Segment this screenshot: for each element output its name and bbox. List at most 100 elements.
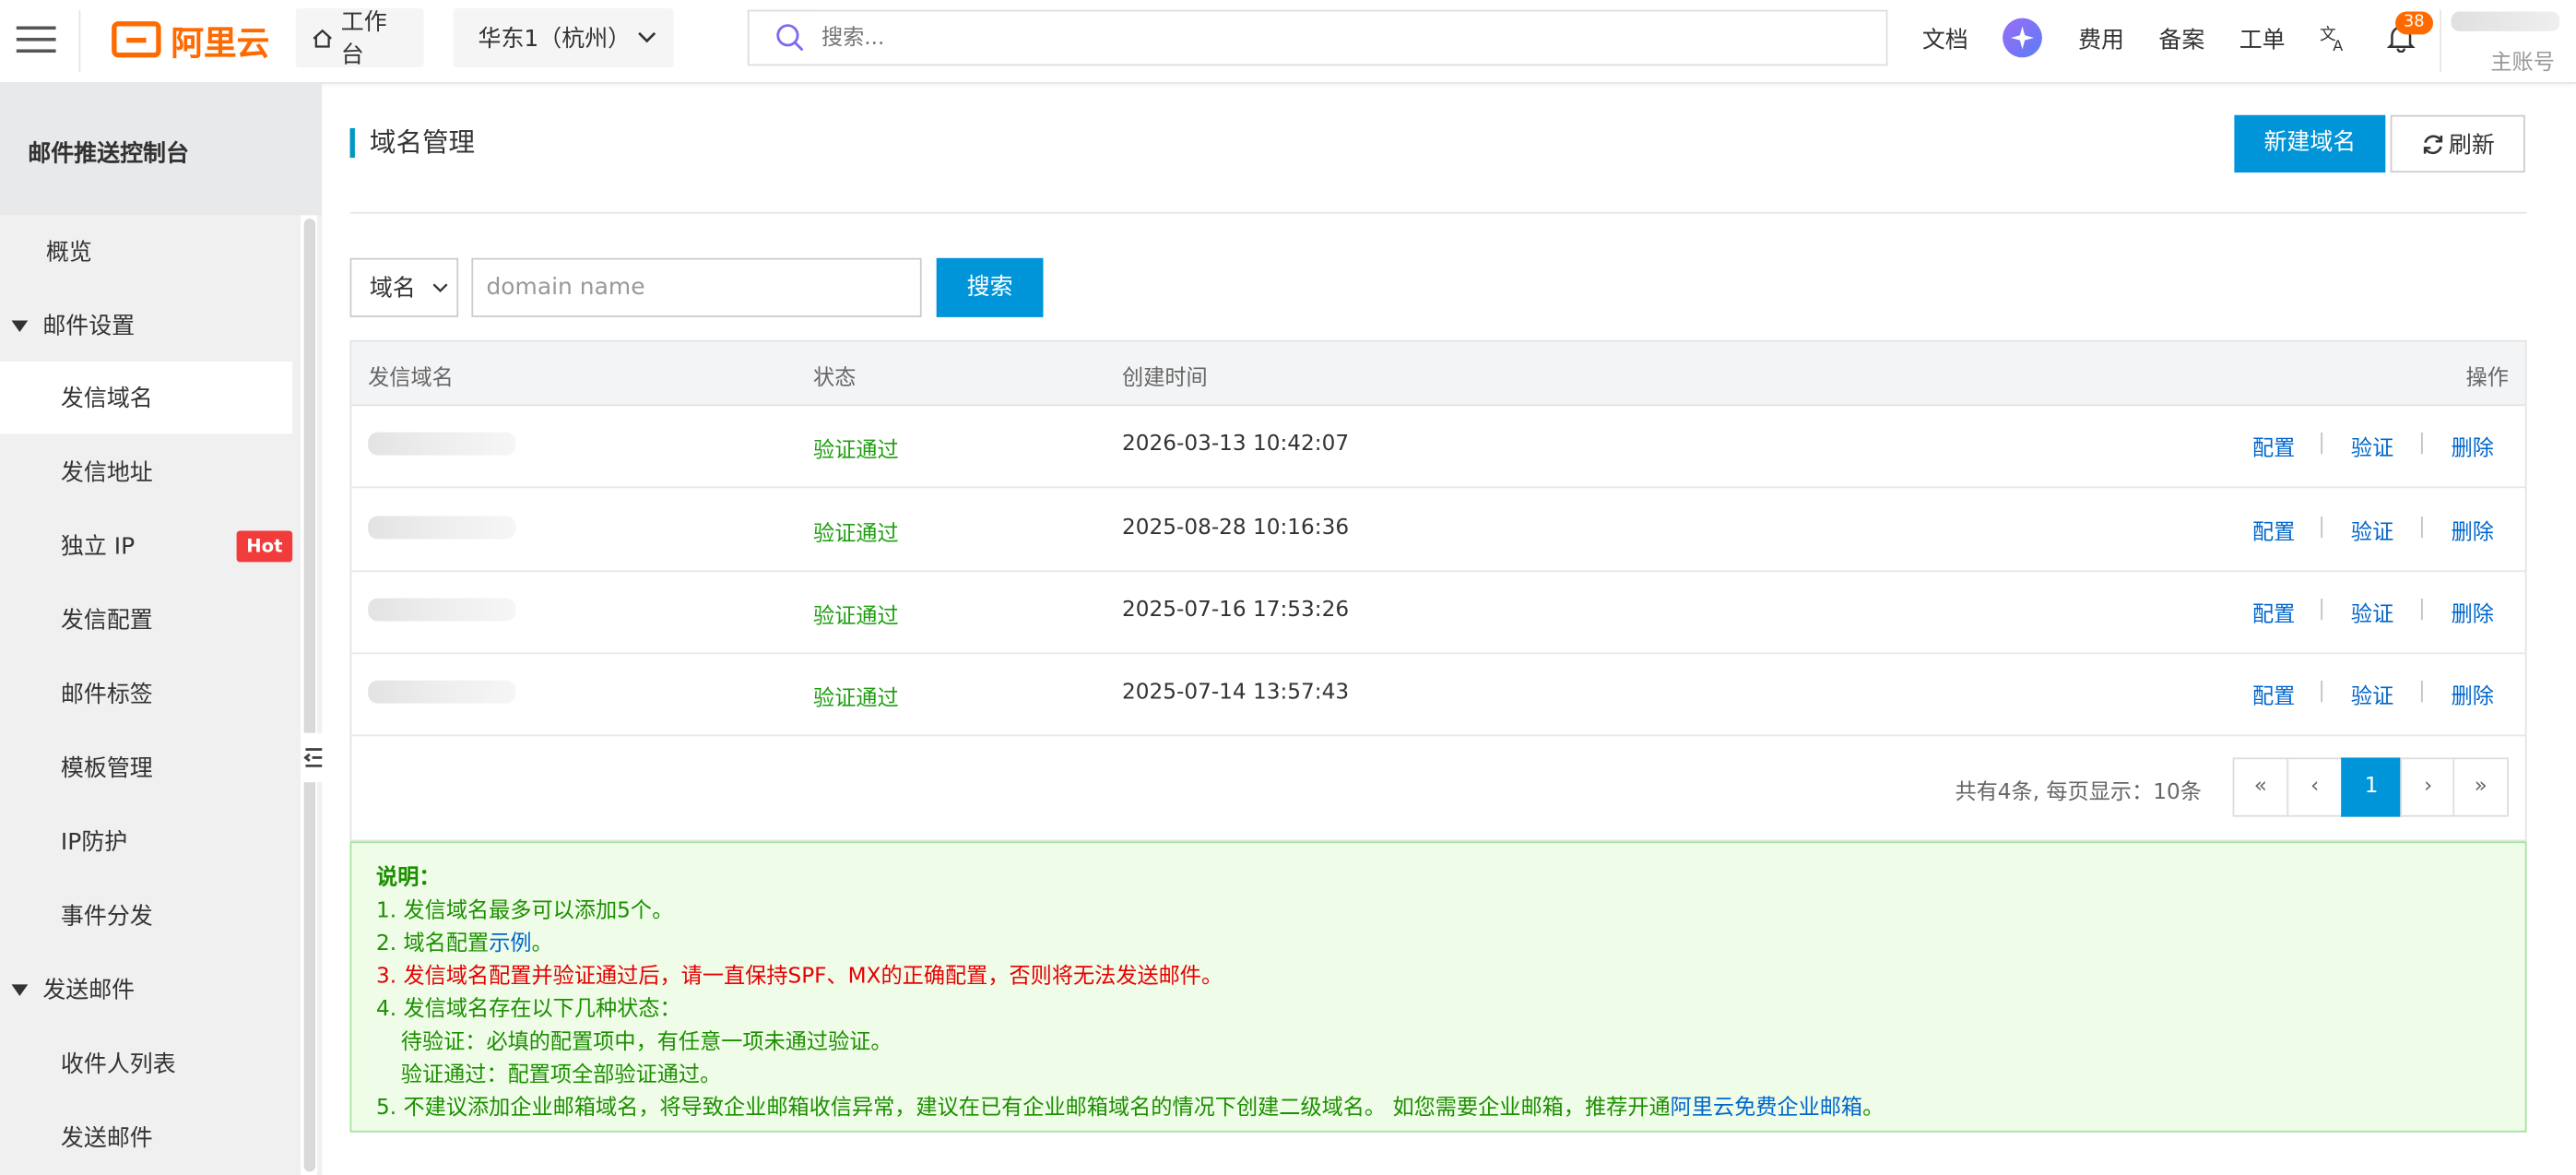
- pagination-info: 共有4条, 每页显示：10条: [1955, 780, 2202, 806]
- sidebar-item-sender-domain[interactable]: 发信域名: [0, 362, 293, 434]
- home-icon: [313, 28, 332, 47]
- page-first-button[interactable]: «: [2232, 757, 2289, 817]
- table-row: 验证通过 2025-08-28 10:16:36 配置 | 验证 | 删除: [351, 488, 2525, 573]
- separator: |: [2318, 430, 2326, 456]
- account-name-redacted: [2451, 11, 2560, 31]
- config-link[interactable]: 配置: [2252, 431, 2295, 462]
- separator: |: [2417, 678, 2426, 704]
- sidebar-item-overview[interactable]: 概览: [0, 215, 292, 287]
- divider: [349, 211, 2527, 214]
- notification-badge: 38: [2395, 11, 2433, 35]
- created-time: 2025-08-28 10:16:36: [1122, 516, 1350, 541]
- sidebar-item-templates[interactable]: 模板管理: [0, 731, 292, 803]
- delete-link[interactable]: 删除: [2452, 597, 2494, 628]
- language-icon[interactable]: 文A: [2320, 23, 2349, 53]
- created-time: 2025-07-16 17:53:26: [1122, 598, 1350, 623]
- note-line: 4. 发信域名存在以下几种状态：: [376, 997, 681, 1023]
- console-title: 邮件推送控制台: [0, 83, 323, 216]
- hot-badge: Hot: [236, 530, 293, 563]
- filing-link[interactable]: 备案: [2158, 23, 2204, 56]
- account-type[interactable]: 主账号: [2490, 44, 2555, 76]
- table-row: 验证通过 2026-03-13 10:42:07 配置 | 验证 | 删除: [351, 404, 2525, 489]
- search-input[interactable]: [818, 11, 1886, 65]
- sidebar-item-event-dispatch[interactable]: 事件分发: [0, 879, 292, 951]
- filter-field-select[interactable]: 域名: [349, 257, 459, 317]
- config-link[interactable]: 配置: [2252, 679, 2295, 710]
- menu-icon[interactable]: [16, 19, 56, 55]
- sidebar-item-ip-protection[interactable]: IP防护: [0, 805, 292, 877]
- note-line: 5. 不建议添加企业邮箱域名，将导致企业邮箱收信异常，建议在已有企业邮箱域名的情…: [376, 1096, 1885, 1122]
- logo-mark-icon: [112, 21, 161, 58]
- note-line: 1. 发信域名最多可以添加5个。: [376, 898, 674, 924]
- ticket-link[interactable]: 工单: [2239, 23, 2286, 56]
- config-link[interactable]: 配置: [2252, 597, 2295, 628]
- sidebar-group-mail-settings[interactable]: 邮件设置: [0, 290, 292, 362]
- sidebar-item-send-mail[interactable]: 发送邮件: [0, 1101, 292, 1173]
- column-header-actions: 操作: [2465, 366, 2509, 392]
- page-1-button[interactable]: 1: [2341, 757, 2403, 817]
- delete-link[interactable]: 删除: [2452, 679, 2494, 710]
- column-header-created: 创建时间: [1122, 366, 1208, 392]
- separator: |: [2318, 678, 2326, 704]
- free-enterprise-mail-link[interactable]: 阿里云免费企业邮箱: [1671, 1097, 1863, 1122]
- sidebar-item-send-config[interactable]: 发信配置: [0, 584, 292, 656]
- chevron-down-icon: [432, 282, 448, 292]
- notes-panel: 说明： 1. 发信域名最多可以添加5个。 2. 域名配置示例。 3. 发信域名配…: [349, 841, 2527, 1133]
- global-search[interactable]: [747, 9, 1888, 66]
- separator: |: [2417, 596, 2426, 622]
- column-header-status: 状态: [813, 366, 857, 392]
- divider: [78, 9, 81, 73]
- verify-link[interactable]: 验证: [2351, 597, 2393, 628]
- domain-redacted: [368, 598, 516, 622]
- sidebar-scrollbar[interactable]: [303, 218, 316, 1172]
- status-text: 验证通过: [813, 604, 899, 630]
- status-text: 验证通过: [813, 438, 899, 464]
- domain-redacted: [368, 516, 516, 540]
- config-link[interactable]: 配置: [2252, 515, 2295, 546]
- refresh-icon: [2422, 134, 2442, 154]
- separator: |: [2318, 596, 2326, 622]
- chevron-down-icon: [638, 31, 657, 43]
- note-line: 2. 域名配置示例。: [376, 932, 553, 957]
- sidebar-item-dedicated-ip[interactable]: 独立 IP Hot: [0, 509, 293, 581]
- search-icon: [776, 24, 804, 52]
- notes-title: 说明：: [376, 866, 441, 891]
- collapse-sidebar-icon[interactable]: [301, 732, 327, 783]
- domain-table: 发信域名 状态 创建时间 操作 验证通过 2026-03-13 10:42:07…: [349, 339, 2527, 842]
- delete-link[interactable]: 删除: [2452, 515, 2494, 546]
- svg-text:A: A: [2333, 37, 2343, 53]
- status-text: 验证通过: [813, 686, 899, 712]
- status-text: 验证通过: [813, 522, 899, 548]
- billing-link[interactable]: 费用: [2078, 23, 2124, 56]
- region-select[interactable]: 华东1（杭州）: [453, 7, 674, 68]
- domain-name-input[interactable]: domain name: [471, 257, 922, 317]
- note-line-warning: 3. 发信域名配置并验证通过后，请一直保持SPF、MX的正确配置，否则将无法发送…: [376, 964, 1223, 990]
- note-line: 验证通过：配置项全部验证通过。: [400, 1062, 722, 1088]
- new-domain-button[interactable]: 新建域名: [2234, 114, 2386, 173]
- verify-link[interactable]: 验证: [2351, 431, 2393, 462]
- caret-down-icon: [11, 319, 29, 332]
- docs-link[interactable]: 文档: [1922, 23, 1968, 56]
- ai-assistant-icon[interactable]: [2003, 18, 2042, 58]
- top-bar: 阿里云 工作台 华东1（杭州） 文档 费用 备案 工单 文A 38 主账号: [0, 0, 2576, 84]
- caret-down-icon: [11, 983, 29, 995]
- separator: |: [2318, 514, 2326, 540]
- search-button[interactable]: 搜索: [936, 257, 1044, 317]
- sidebar-item-mail-tags[interactable]: 邮件标签: [0, 658, 292, 730]
- table-header: 发信域名 状态 创建时间 操作: [351, 341, 2525, 407]
- refresh-button[interactable]: 刷新: [2390, 114, 2525, 173]
- page-next-button[interactable]: ›: [2400, 757, 2456, 817]
- sidebar-item-sender-address[interactable]: 发信地址: [0, 435, 292, 507]
- verify-link[interactable]: 验证: [2351, 515, 2393, 546]
- sidebar-item-recipient-list[interactable]: 收件人列表: [0, 1027, 292, 1099]
- example-link[interactable]: 示例: [489, 932, 531, 956]
- page-last-button[interactable]: »: [2452, 757, 2509, 817]
- aliyun-logo[interactable]: 阿里云: [112, 17, 269, 63]
- workbench-button[interactable]: 工作台: [295, 7, 424, 69]
- verify-link[interactable]: 验证: [2351, 679, 2393, 710]
- table-row: 验证通过 2025-07-16 17:53:26 配置 | 验证 | 删除: [351, 570, 2525, 655]
- sidebar-group-send-mail[interactable]: 发送邮件: [0, 954, 292, 1026]
- page-prev-button[interactable]: ‹: [2286, 757, 2343, 817]
- delete-link[interactable]: 删除: [2452, 431, 2494, 462]
- created-time: 2026-03-13 10:42:07: [1122, 432, 1350, 457]
